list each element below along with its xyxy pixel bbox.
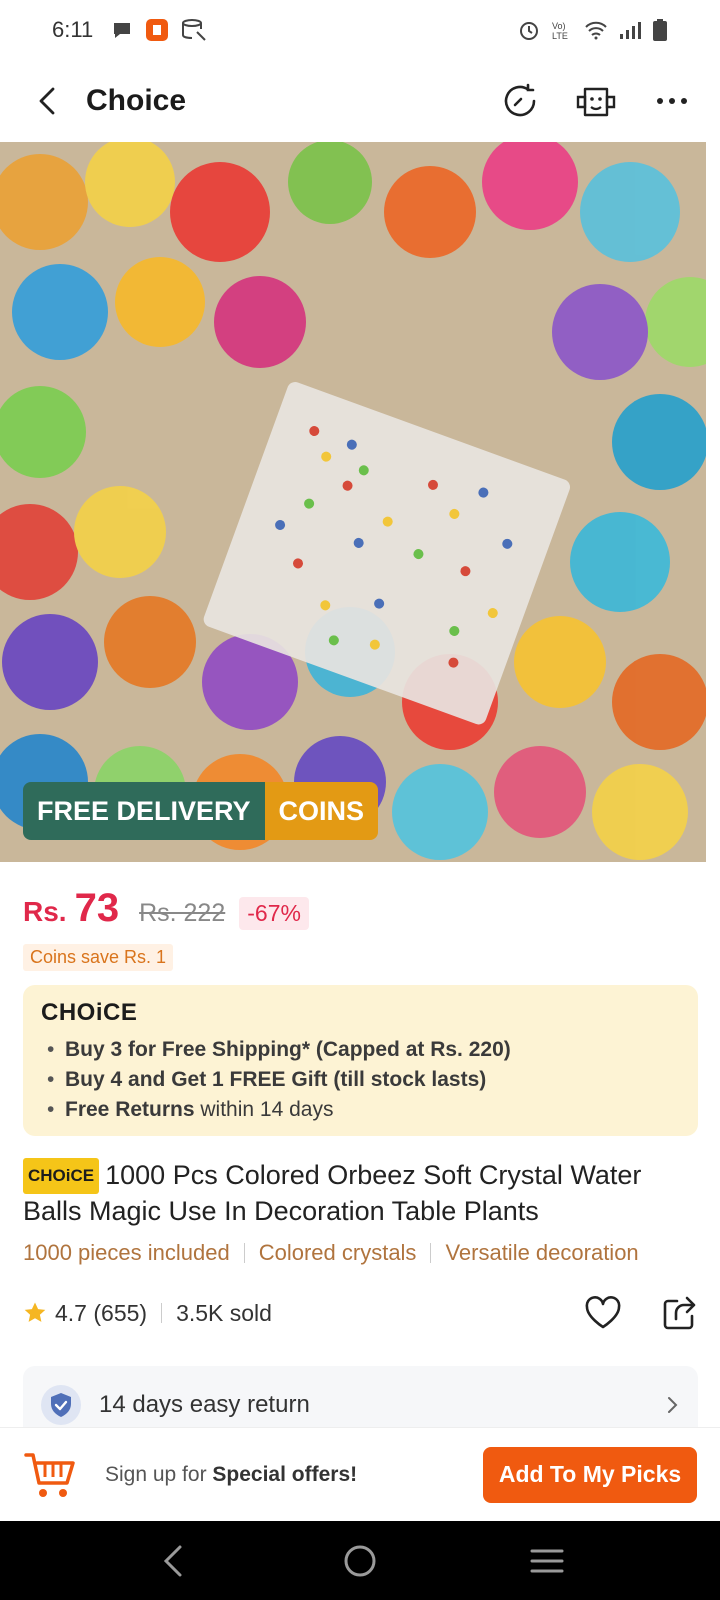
choice-tag: CHOiCE: [23, 1158, 100, 1194]
more-dots-icon: [657, 98, 687, 104]
header-actions: [496, 77, 696, 125]
free-delivery-badge: FREE DELIVERY: [23, 782, 265, 840]
shield-check-icon: [41, 1385, 81, 1425]
feature-highlights: 1000 pieces included Colored crystals Ve…: [23, 1240, 720, 1266]
share-icon[interactable]: [662, 1295, 698, 1331]
top-header: Choice: [0, 60, 720, 142]
delivery-badge-strip: FREE DELIVERY COINS: [23, 782, 379, 840]
chevron-left-icon: [39, 87, 55, 115]
nav-home-button[interactable]: [330, 1531, 390, 1591]
product-actions: [584, 1295, 698, 1331]
star-icon: [24, 1302, 46, 1322]
product-image[interactable]: FREE DELIVERY COINS: [0, 142, 706, 862]
nav-home-icon: [344, 1545, 376, 1576]
coins-save-badge: Coins save Rs. 1: [23, 944, 174, 971]
nav-menu-icon: [530, 1549, 564, 1572]
rating-row: 4.7 (655) 3.5K sold: [23, 1293, 698, 1333]
page-title: Choice: [86, 84, 187, 117]
robot-assistant-icon: [576, 87, 616, 117]
wifi-icon: [584, 19, 608, 41]
system-nav-bar: [0, 1521, 720, 1600]
chat-bubble-icon: [111, 19, 133, 41]
history-button[interactable]: [496, 77, 544, 125]
sold-count: 3.5K sold: [176, 1299, 272, 1326]
choice-logo: CHOiCE: [41, 999, 138, 1026]
history-icon: [504, 83, 536, 117]
more-options-button[interactable]: [648, 77, 696, 125]
cart-icon[interactable]: [23, 1447, 79, 1503]
signal-icon: [618, 19, 642, 41]
status-right: Vo) LTE: [518, 18, 668, 42]
status-bar: 6:11 Vo) LTE: [0, 0, 720, 60]
feature-item: 1000 pieces included: [23, 1240, 230, 1265]
add-to-picks-button[interactable]: Add To My Picks: [483, 1446, 697, 1503]
signup-offer-text[interactable]: Sign up for Special offers!: [105, 1463, 483, 1487]
volte-icon: Vo) LTE: [550, 19, 574, 41]
orbeez-photo: [0, 142, 706, 862]
original-price: Rs. 222: [139, 899, 226, 927]
status-left: 6:11: [52, 17, 207, 43]
choice-benefits-box[interactable]: CHOiCE Buy 3 for Free Shipping* (Capped …: [23, 985, 698, 1136]
nav-back-icon: [164, 1545, 182, 1576]
nav-back-button[interactable]: [143, 1531, 203, 1591]
alarm-icon: [518, 19, 540, 41]
current-price: 73: [74, 886, 120, 930]
discount-badge: -67%: [239, 897, 309, 930]
divider: [243, 1243, 245, 1263]
nav-recents-button[interactable]: [517, 1531, 577, 1591]
price-currency: Rs.: [23, 896, 67, 927]
data-saver-icon: [181, 18, 207, 42]
choice-benefit-item: Free Returns within 14 days: [41, 1095, 680, 1125]
feature-item: Versatile decoration: [445, 1240, 639, 1265]
feature-item: Colored crystals: [258, 1240, 417, 1265]
rating-value[interactable]: 4.7 (655): [55, 1300, 147, 1327]
choice-benefit-item: Buy 3 for Free Shipping* (Capped at Rs. …: [41, 1035, 680, 1065]
product-title-text: 1000 Pcs Colored Orbeez Soft Crystal Wat…: [23, 1160, 642, 1226]
return-policy-text: 14 days easy return: [99, 1391, 310, 1418]
chevron-right-icon: [668, 1397, 678, 1413]
status-time: 6:11: [52, 17, 94, 42]
app-notification-icon: [145, 18, 169, 42]
back-button[interactable]: [24, 77, 72, 125]
coins-badge: COINS: [264, 782, 379, 840]
customer-service-button[interactable]: [572, 77, 620, 125]
divider: [430, 1243, 432, 1263]
heart-icon[interactable]: [584, 1296, 622, 1330]
svg-text:LTE: LTE: [552, 31, 568, 41]
product-title: CHOiCE 1000 Pcs Colored Orbeez Soft Cryst…: [23, 1158, 703, 1228]
bottom-action-bar: Sign up for Special offers! Add To My Pi…: [0, 1427, 720, 1521]
price-row: Rs. 73 Rs. 222 -67%: [23, 886, 309, 931]
divider: [161, 1303, 163, 1323]
battery-icon: [652, 18, 668, 42]
svg-text:Vo): Vo): [552, 21, 566, 31]
choice-benefit-list: Buy 3 for Free Shipping* (Capped at Rs. …: [41, 1035, 680, 1125]
choice-benefit-item: Buy 4 and Get 1 FREE Gift (till stock la…: [41, 1065, 680, 1095]
